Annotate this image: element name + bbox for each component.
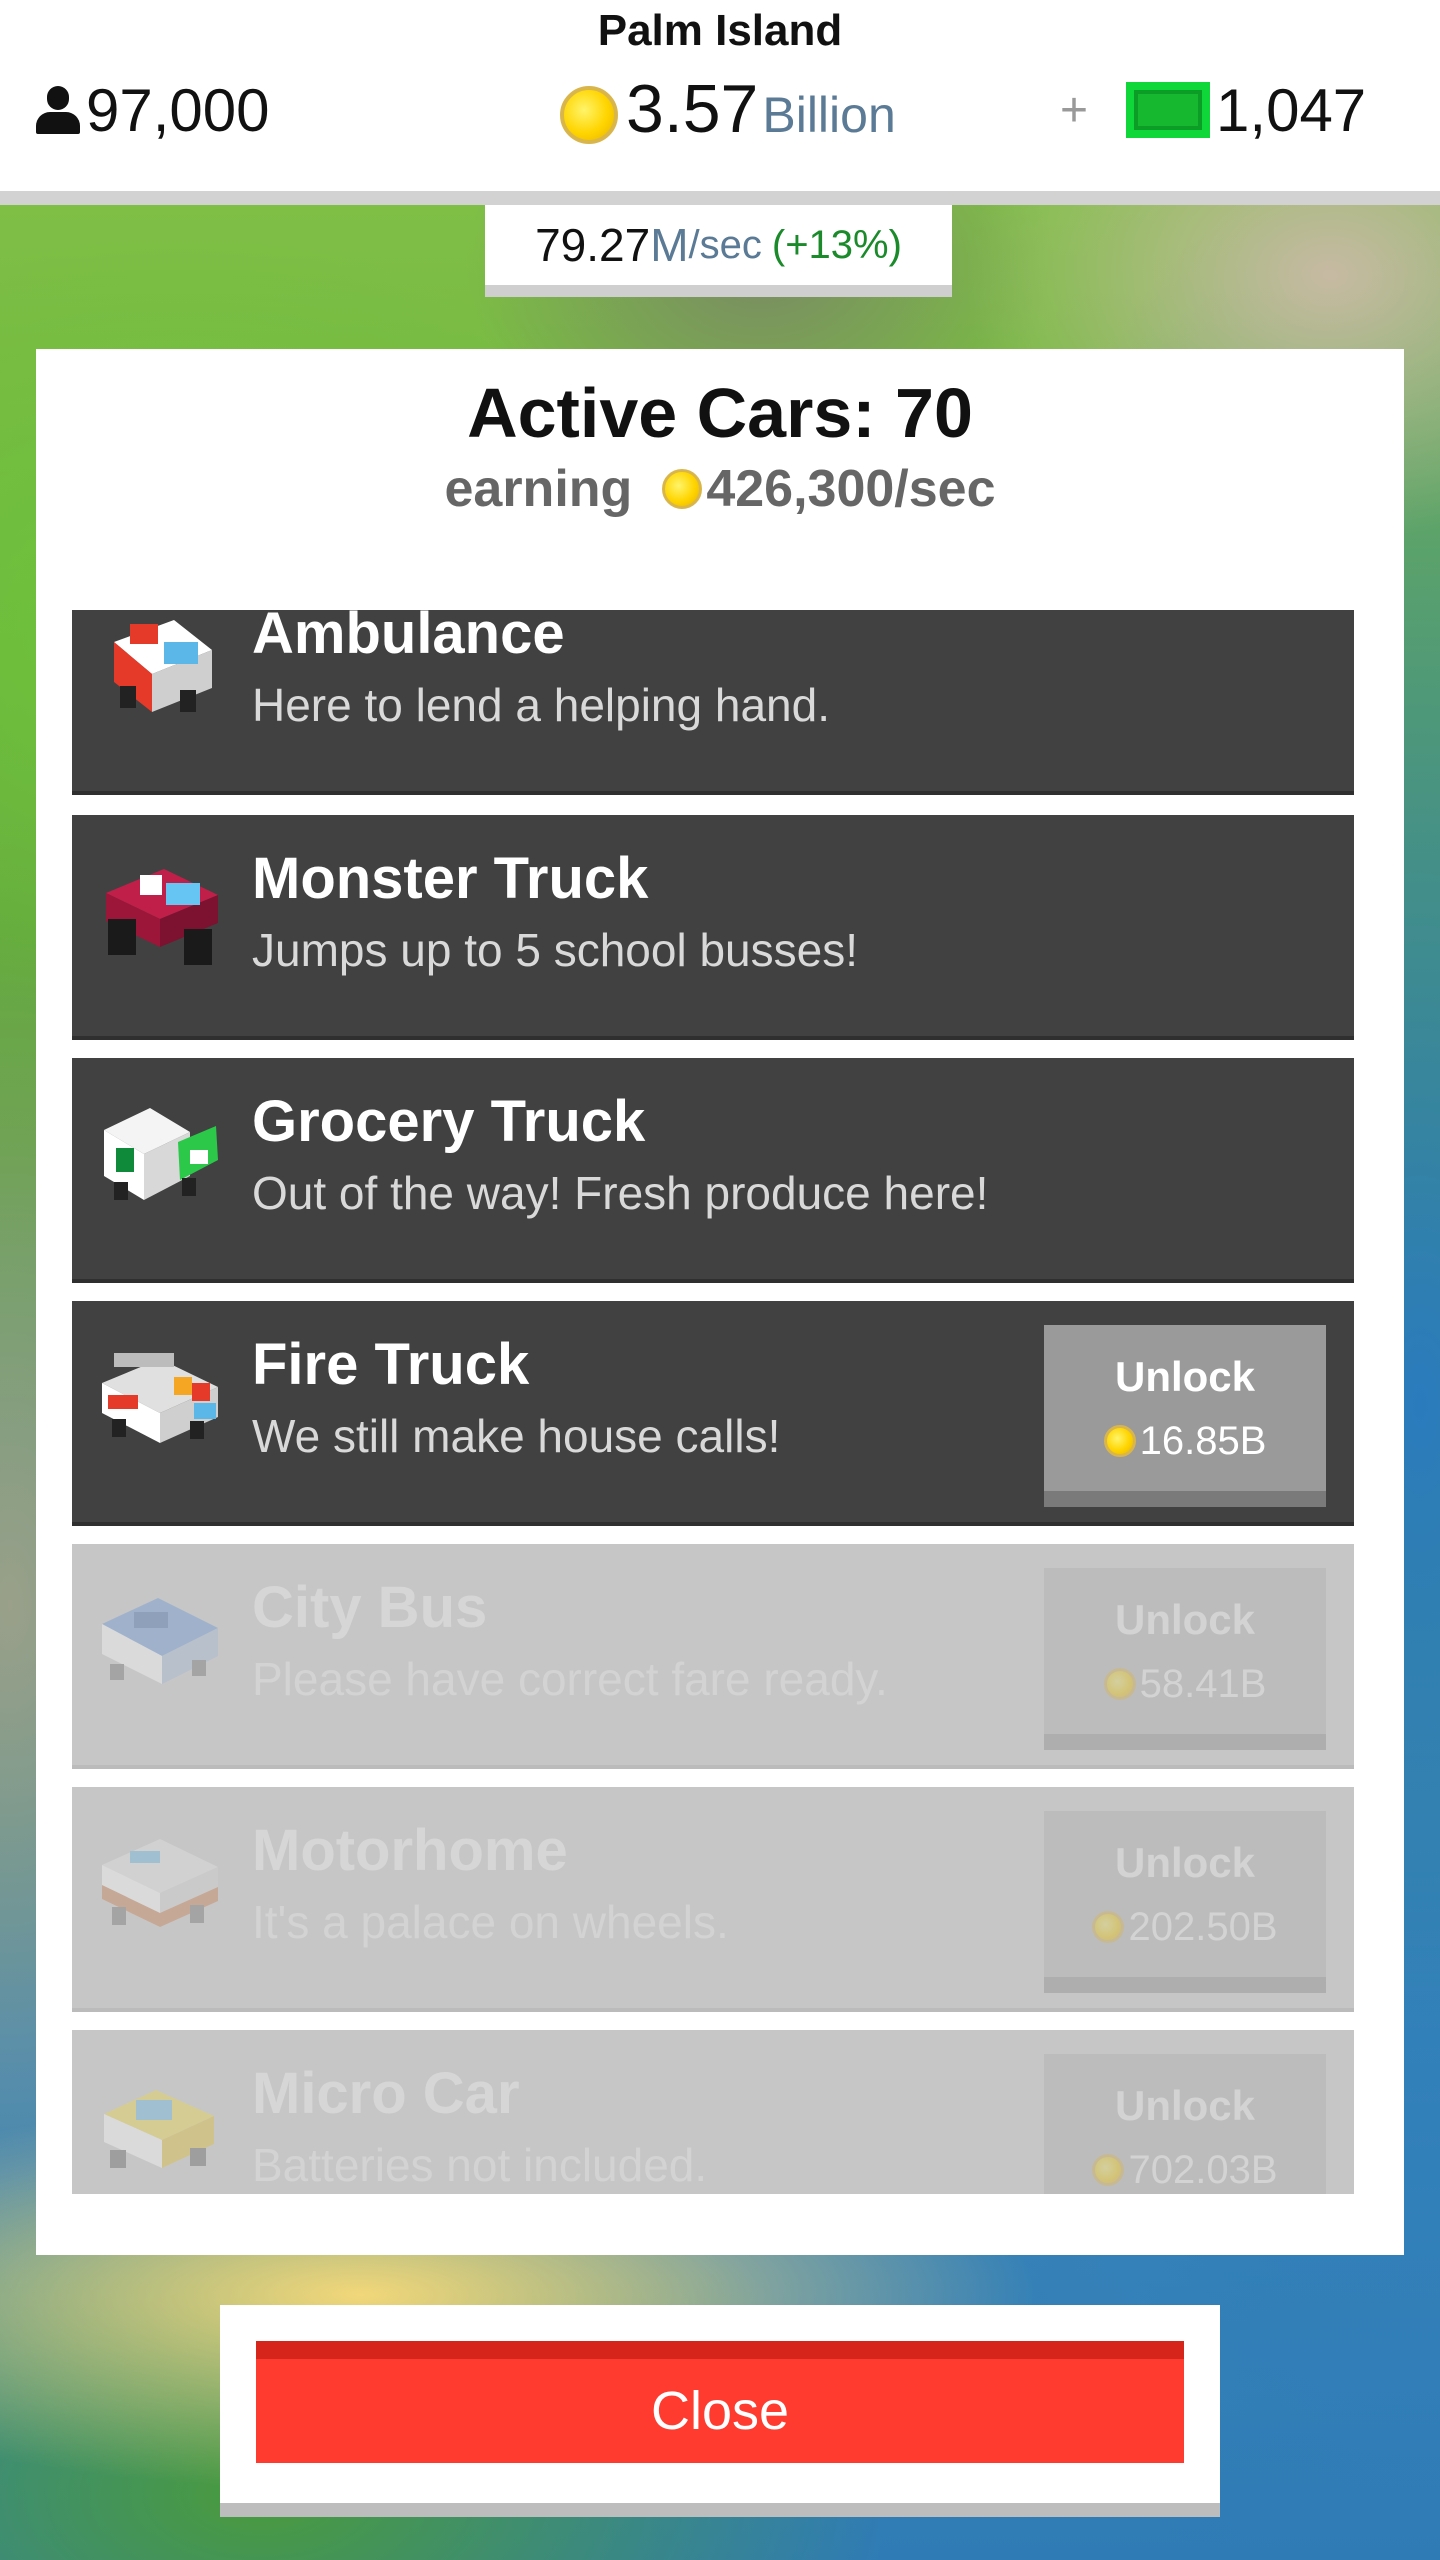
car-row-monster-truck[interactable]: Monster Truck Jumps up to 5 school busse… [72,815,1354,1040]
car-name: City Bus [252,1575,488,1640]
unlock-price: 58.41B [1103,1661,1267,1707]
island-name: Palm Island [597,6,843,55]
modal-title: Active Cars: 70 [467,374,973,452]
coin-icon [1103,1425,1136,1457]
cash-unit: Billion [762,87,896,143]
unlock-button[interactable]: Unlock 16.85B [1044,1325,1326,1507]
car-description: Please have correct fare ready. [252,1653,888,1705]
car-row-city-bus[interactable]: City Bus Please have correct fare ready.… [72,1544,1354,1769]
motorhome-icon [102,1839,218,1927]
car-name: Micro Car [252,2061,520,2126]
monster-truck-icon [106,869,218,965]
earning-summary: earning 426,300/sec [36,459,1404,519]
car-name: Grocery Truck [252,1089,646,1154]
plus-icon[interactable]: + [1060,83,1088,138]
unlock-button[interactable]: Unlock 702.03B [1044,2054,1326,2194]
car-row-motorhome[interactable]: Motorhome It's a palace on wheels. Unloc… [72,1787,1354,2012]
gem-amount: 1,047 [1216,76,1367,144]
car-name: Monster Truck [252,846,649,911]
car-row-grocery-truck[interactable]: Grocery Truck Out of the way! Fresh prod… [72,1058,1354,1283]
car-description: Batteries not included. [252,2139,708,2191]
fire-truck-icon [102,1353,218,1443]
micro-car-icon [104,2090,214,2168]
unlock-label: Unlock [1114,1595,1256,1643]
unlock-price: 16.85B [1103,1418,1267,1464]
price-value: 202.50B [1128,1904,1278,1949]
top-hud: Palm Island 97,000 3.57 Billion + 1,047 [0,0,1440,205]
car-name: Fire Truck [252,1332,530,1397]
rate-bonus: (+13%) [771,222,902,267]
car-row-ambulance[interactable]: Ambulance Here to lend a helping hand. [72,610,1354,795]
price-value: 58.41B [1139,1661,1267,1706]
coin-icon [662,469,703,509]
grocery-truck-icon [104,1108,218,1200]
city-bus-icon [102,1598,218,1684]
car-description: Jumps up to 5 school busses! [252,924,858,976]
population-value: 97,000 [86,76,270,144]
ambulance-icon [114,620,212,712]
price-value: 702.03B [1128,2147,1278,2192]
car-description: We still make house calls! [252,1410,781,1462]
income-rate-tab: 79.27 M /sec (+13%) [485,205,952,297]
car-description: It's a palace on wheels. [252,1896,729,1948]
close-panel: Close [220,2305,1220,2517]
unlock-button[interactable]: Unlock 58.41B [1044,1568,1326,1750]
price-value: 16.85B [1139,1418,1267,1463]
car-list[interactable]: Ambulance Here to lend a helping hand. M… [72,610,1354,2194]
rate-value: 79.27 [535,219,651,271]
gem-counter[interactable]: + 1,047 [1060,70,1366,150]
unlock-label: Unlock [1114,1838,1256,1886]
rate-per: /sec [688,222,762,267]
population-counter: 97,000 [36,70,270,150]
cash-counter: 3.57 Billion [560,70,896,160]
unlock-label: Unlock [1114,2081,1256,2129]
active-cars-modal: Active Cars: 70 earning 426,300/sec Ambu… [36,349,1404,2255]
earning-value: 426,300/sec [706,460,996,518]
coin-icon [1092,2154,1125,2186]
cash-bill-icon [1126,82,1211,138]
car-row-micro-car[interactable]: Micro Car Batteries not included. Unlock… [72,2030,1354,2194]
person-icon [36,86,80,134]
rate-unit: M [650,219,689,271]
coin-icon [1092,1911,1125,1943]
unlock-price: 702.03B [1092,2147,1278,2193]
cash-amount: 3.57 [626,71,759,147]
coin-icon [1103,1668,1136,1700]
car-name: Ambulance [252,610,565,666]
car-description: Out of the way! Fresh produce here! [252,1167,989,1219]
unlock-price: 202.50B [1092,1904,1278,1950]
unlock-button[interactable]: Unlock 202.50B [1044,1811,1326,1993]
earning-label: earning [444,460,633,518]
car-row-fire-truck[interactable]: Fire Truck We still make house calls! Un… [72,1301,1354,1526]
close-button[interactable]: Close [256,2341,1184,2463]
car-description: Here to lend a helping hand. [252,679,830,731]
coin-icon [560,86,618,144]
car-name: Motorhome [252,1818,568,1883]
unlock-label: Unlock [1114,1352,1256,1400]
